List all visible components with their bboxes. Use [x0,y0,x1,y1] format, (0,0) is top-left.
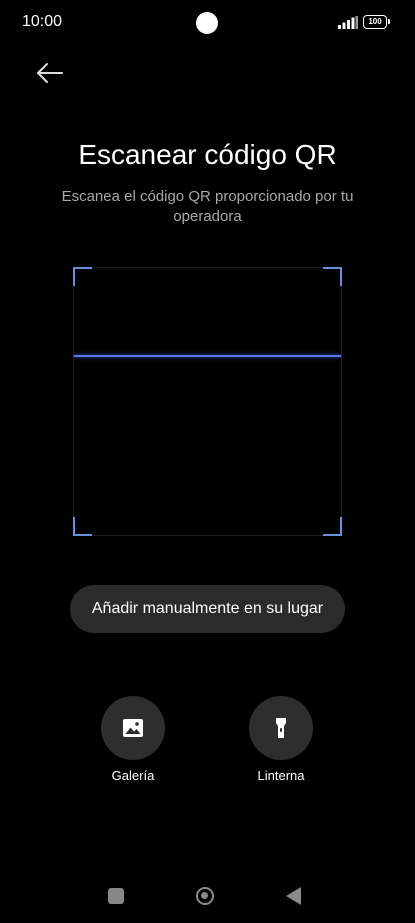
signal-icon [338,16,358,29]
flashlight-label: Linterna [257,768,305,783]
image-icon [123,719,143,737]
status-bar: 10:00 100 [0,0,415,46]
viewfinder-corner-bottom-left [73,517,92,536]
viewfinder-corner-bottom-right [323,517,342,536]
scan-line [74,355,341,357]
gallery-button[interactable] [101,696,165,760]
navigation-bar [0,872,415,922]
flashlight-icon [276,718,286,738]
viewfinder-corner-top-left [73,267,92,286]
battery-icon: 100 [363,15,390,29]
page-subtitle: Escanea el código QR proporcionado por t… [61,188,354,225]
screen: 10:00 100 Escanear código QR Escanea el … [0,0,415,923]
page-title: Escanear código QR [78,139,337,170]
flashlight-button[interactable] [249,696,313,760]
square-icon[interactable] [108,888,124,904]
front-camera [196,12,218,34]
circle-home-icon[interactable] [196,887,214,905]
add-manually-button[interactable]: Añadir manualmente en su lugar [70,585,345,633]
status-time: 10:00 [22,13,63,30]
gallery-action[interactable]: Galería [88,696,178,783]
triangle-back-icon[interactable] [286,887,301,905]
viewfinder-corner-top-right [323,267,342,286]
gallery-label: Galería [111,768,155,783]
viewfinder-border [73,267,342,536]
qr-scanner-viewfinder [73,267,342,536]
arrow-left-icon[interactable] [32,58,66,88]
flashlight-action[interactable]: Linterna [236,696,326,783]
